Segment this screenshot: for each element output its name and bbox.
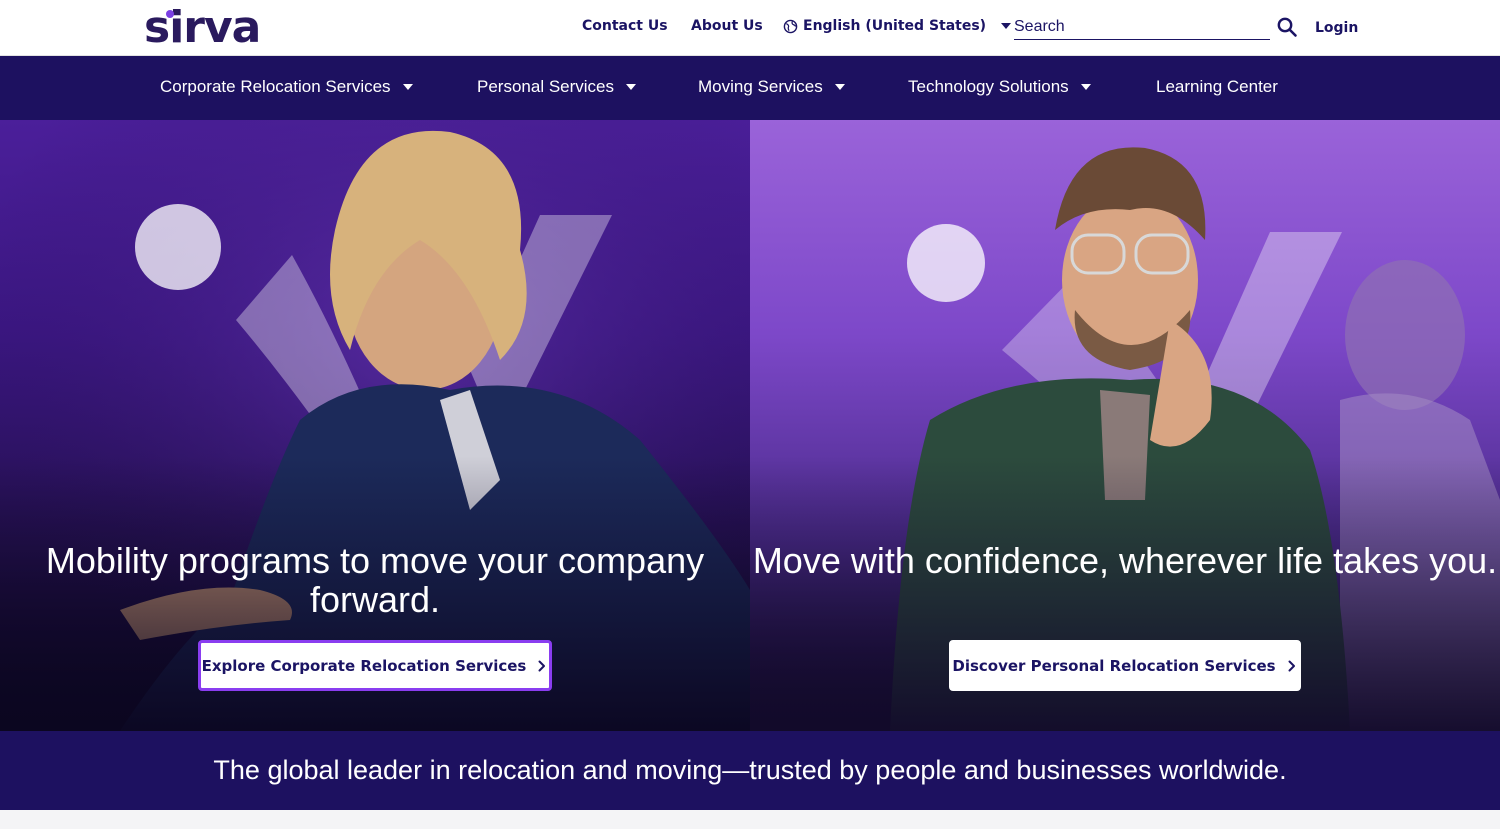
tagline-text: The global leader in relocation and movi… (213, 755, 1287, 785)
nav-item-label: Technology Solutions (908, 77, 1069, 96)
nav-item-label: Personal Services (477, 77, 615, 96)
about-us-link[interactable]: About Us (691, 18, 763, 34)
nav-item-personal-services[interactable]: Personal Services (477, 77, 637, 97)
nav-item-learning-center[interactable]: Learning Center (1156, 77, 1278, 97)
tagline-band: The global leader in relocation and movi… (0, 731, 1500, 810)
nav-item-corporate-relocation[interactable]: Corporate Relocation Services (160, 77, 413, 97)
chevron-down-icon (1080, 84, 1091, 90)
utility-header: sirva Contact Us About Us English (Unite… (0, 0, 1500, 56)
discover-personal-button[interactable]: Discover Personal Relocation Services (949, 640, 1301, 691)
chevron-down-icon (402, 84, 413, 90)
hero-heading-personal: Move with confidence, wherever life take… (752, 540, 1498, 581)
hero-personal: Move with confidence, wherever life take… (750, 120, 1500, 731)
chevron-right-icon (1288, 660, 1295, 671)
cta-label: Explore Corporate Relocation Services (201, 656, 527, 675)
chevron-down-icon (626, 84, 637, 90)
logo-wordmark: sirva (144, 2, 261, 53)
explore-corporate-button[interactable]: Explore Corporate Relocation Services (198, 640, 552, 691)
login-link[interactable]: Login (1315, 20, 1358, 36)
nav-item-label: Learning Center (1156, 77, 1278, 96)
chevron-right-icon (538, 660, 546, 671)
nav-item-label: Corporate Relocation Services (160, 77, 391, 96)
section-divider (0, 810, 1500, 829)
hero-corporate: Mobility programs to move your company f… (0, 120, 750, 731)
contact-us-link[interactable]: Contact Us (582, 18, 668, 34)
nav-item-moving-services[interactable]: Moving Services (698, 77, 845, 97)
language-label: English (United States) (803, 18, 987, 34)
search-input[interactable] (1014, 14, 1270, 40)
nav-item-technology-solutions[interactable]: Technology Solutions (908, 77, 1091, 97)
globe-icon (783, 19, 798, 33)
language-selector[interactable]: English (United States) (783, 18, 1012, 34)
sirva-logo[interactable]: sirva (144, 4, 261, 52)
chevron-down-icon (1001, 23, 1012, 29)
logo-accent-dot (166, 10, 174, 18)
chevron-down-icon (834, 84, 845, 90)
hero-heading-corporate: Mobility programs to move your company f… (45, 540, 705, 620)
nav-item-label: Moving Services (698, 77, 823, 96)
search-icon[interactable] (1276, 16, 1298, 38)
main-navigation: Corporate Relocation Services Personal S… (0, 56, 1500, 120)
cta-label: Discover Personal Relocation Services (952, 656, 1276, 675)
